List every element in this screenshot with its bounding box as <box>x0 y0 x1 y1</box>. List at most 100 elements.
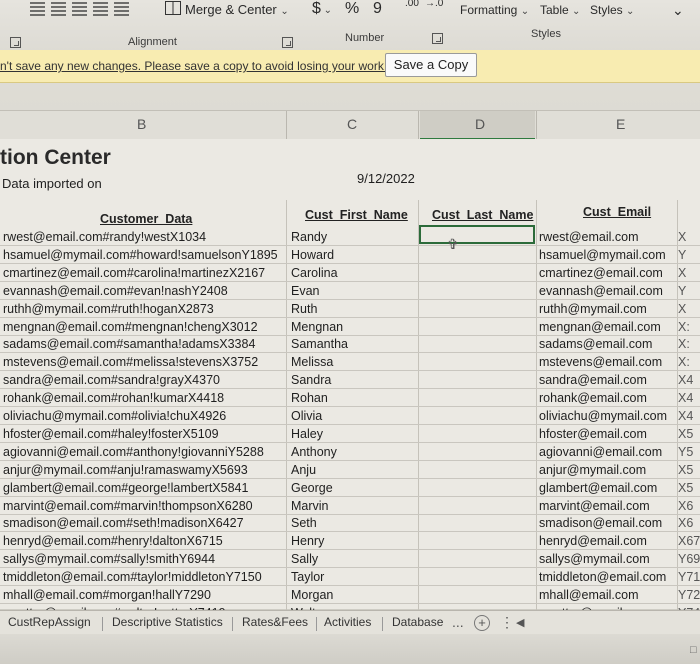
scroll-left-icon[interactable]: ◀ <box>516 616 524 629</box>
customer-data-cell[interactable]: agiovanni@email.com#anthony!giovanniY528… <box>3 443 285 461</box>
header-first-name[interactable]: Cust_First_Name <box>305 208 408 222</box>
email-cell[interactable]: cmartinez@email.com <box>539 264 677 282</box>
comma-style-button[interactable]: 9 <box>373 0 382 18</box>
decrease-decimal-button[interactable]: →.0 <box>425 0 443 9</box>
next-column-cell[interactable]: X: <box>678 353 700 371</box>
email-cell[interactable]: anjur@mymail.com <box>539 461 677 479</box>
align-left-icon[interactable] <box>30 2 45 16</box>
data-imported-date[interactable]: 9/12/2022 <box>357 171 415 186</box>
first-name-cell[interactable]: Mengnan <box>291 318 413 336</box>
customer-data-cell[interactable]: glambert@email.com#george!lambertX5841 <box>3 479 285 497</box>
format-as-table-button[interactable]: Table ⌄ <box>540 3 580 17</box>
column-header-b[interactable]: B <box>137 116 146 132</box>
font-dialog-launcher-icon[interactable] <box>10 37 21 48</box>
align-right-icon[interactable] <box>72 2 87 16</box>
customer-data-cell[interactable]: rohank@email.com#rohan!kumarX4418 <box>3 389 285 407</box>
next-column-cell[interactable]: X5 <box>678 425 700 443</box>
sheet-menu-icon[interactable]: ⋮ <box>500 614 514 631</box>
next-column-cell[interactable]: Y72 <box>678 586 700 604</box>
first-name-cell[interactable]: Sally <box>291 550 413 568</box>
tab-custrepassign[interactable]: CustRepAssign <box>8 615 91 629</box>
column-header-d[interactable]: D <box>475 116 485 132</box>
first-name-cell[interactable]: Melissa <box>291 353 413 371</box>
email-cell[interactable]: rohank@email.com <box>539 389 677 407</box>
next-column-cell[interactable]: X5 <box>678 479 700 497</box>
customer-data-cell[interactable]: smadison@email.com#seth!madisonX6427 <box>3 514 285 532</box>
first-name-cell[interactable]: Samantha <box>291 335 413 353</box>
next-column-cell[interactable]: X4 <box>678 389 700 407</box>
tab-database[interactable]: Database <box>392 615 443 629</box>
column-divider[interactable] <box>536 111 537 139</box>
next-column-cell[interactable]: Y <box>678 282 700 300</box>
header-customer-data[interactable]: Customer_Data <box>100 212 192 226</box>
next-column-cell[interactable]: Y5 <box>678 443 700 461</box>
first-name-cell[interactable]: Ruth <box>291 300 413 318</box>
customer-data-cell[interactable]: ruthh@mymail.com#ruth!hoganX2873 <box>3 300 285 318</box>
email-cell[interactable]: evannash@email.com <box>539 282 677 300</box>
email-cell[interactable]: mhall@email.com <box>539 586 677 604</box>
first-name-cell[interactable]: Evan <box>291 282 413 300</box>
customer-data-cell[interactable]: mstevens@email.com#melissa!stevensX3752 <box>3 353 285 371</box>
first-name-cell[interactable]: George <box>291 479 413 497</box>
customer-data-cell[interactable]: anjur@mymail.com#anju!ramaswamyX5693 <box>3 461 285 479</box>
first-name-cell[interactable]: Seth <box>291 514 413 532</box>
first-name-cell[interactable]: Anju <box>291 461 413 479</box>
first-name-cell[interactable]: Randy <box>291 228 413 246</box>
merge-center-button[interactable]: Merge & Center ⌄ <box>165 1 289 17</box>
first-name-cell[interactable]: Olivia <box>291 407 413 425</box>
add-sheet-icon[interactable]: + <box>474 615 490 631</box>
email-cell[interactable]: sandra@email.com <box>539 371 677 389</box>
column-header-e[interactable]: E <box>616 116 625 132</box>
email-cell[interactable]: sadams@email.com <box>539 335 677 353</box>
tab-descriptive-statistics[interactable]: Descriptive Statistics <box>112 615 223 629</box>
email-cell[interactable]: oliviachu@mymail.com <box>539 407 677 425</box>
first-name-cell[interactable]: Henry <box>291 532 413 550</box>
first-name-cell[interactable]: Howard <box>291 246 413 264</box>
email-cell[interactable]: mstevens@email.com <box>539 353 677 371</box>
cell-styles-button[interactable]: Styles ⌄ <box>590 3 634 17</box>
first-name-cell[interactable]: Taylor <box>291 568 413 586</box>
email-cell[interactable]: hsamuel@mymail.com <box>539 246 677 264</box>
ribbon-expand-chevron-icon[interactable]: ⌄ <box>672 2 684 19</box>
email-cell[interactable]: mengnan@email.com <box>539 318 677 336</box>
first-name-cell[interactable]: Rohan <box>291 389 413 407</box>
customer-data-cell[interactable]: cmartinez@email.com#carolina!martinezX21… <box>3 264 285 282</box>
email-cell[interactable]: marvint@email.com <box>539 497 677 515</box>
customer-data-cell[interactable]: sallys@mymail.com#sally!smithY6944 <box>3 550 285 568</box>
customer-data-cell[interactable]: tmiddleton@email.com#taylor!middletonY71… <box>3 568 285 586</box>
increase-decimal-button[interactable]: .00 <box>405 0 419 9</box>
email-cell[interactable]: agiovanni@email.com <box>539 443 677 461</box>
customer-data-cell[interactable]: hfoster@email.com#haley!fosterX5109 <box>3 425 285 443</box>
customer-data-cell[interactable]: mhall@email.com#morgan!hallY7290 <box>3 586 285 604</box>
customer-data-cell[interactable]: evannash@email.com#evan!nashY2408 <box>3 282 285 300</box>
next-column-cell[interactable]: Y <box>678 246 700 264</box>
align-center-icon[interactable] <box>51 2 66 16</box>
customer-data-cell[interactable]: rwest@email.com#randy!westX1034 <box>3 228 285 246</box>
first-name-cell[interactable]: Marvin <box>291 497 413 515</box>
decrease-indent-icon[interactable] <box>93 2 108 16</box>
email-cell[interactable]: rwest@email.com <box>539 228 677 246</box>
column-divider[interactable] <box>418 111 419 139</box>
header-last-name[interactable]: Cust_Last_Name <box>432 208 533 222</box>
next-column-cell[interactable]: X: <box>678 318 700 336</box>
customer-data-cell[interactable]: marvint@email.com#marvin!thompsonX6280 <box>3 497 285 515</box>
email-cell[interactable]: henryd@email.com <box>539 532 677 550</box>
email-cell[interactable]: tmiddleton@email.com <box>539 568 677 586</box>
next-column-cell[interactable]: X <box>678 228 700 246</box>
percent-button[interactable]: % <box>345 0 359 18</box>
next-column-cell[interactable]: X6 <box>678 497 700 515</box>
next-column-cell[interactable]: X4 <box>678 407 700 425</box>
alignment-dialog-launcher-icon[interactable] <box>282 37 293 48</box>
sheet-title[interactable]: tion Center <box>0 146 111 170</box>
next-column-cell[interactable]: Y71 <box>678 568 700 586</box>
next-column-cell[interactable]: X5 <box>678 461 700 479</box>
active-cell-selection[interactable] <box>419 225 535 244</box>
customer-data-cell[interactable]: henryd@email.com#henry!daltonX6715 <box>3 532 285 550</box>
increase-indent-icon[interactable] <box>114 2 129 16</box>
customer-data-cell[interactable]: sandra@email.com#sandra!grayX4370 <box>3 371 285 389</box>
next-column-cell[interactable]: X4 <box>678 371 700 389</box>
number-dialog-launcher-icon[interactable] <box>432 33 443 44</box>
first-name-cell[interactable]: Morgan <box>291 586 413 604</box>
column-header-c[interactable]: C <box>347 116 357 132</box>
email-cell[interactable]: ruthh@mymail.com <box>539 300 677 318</box>
